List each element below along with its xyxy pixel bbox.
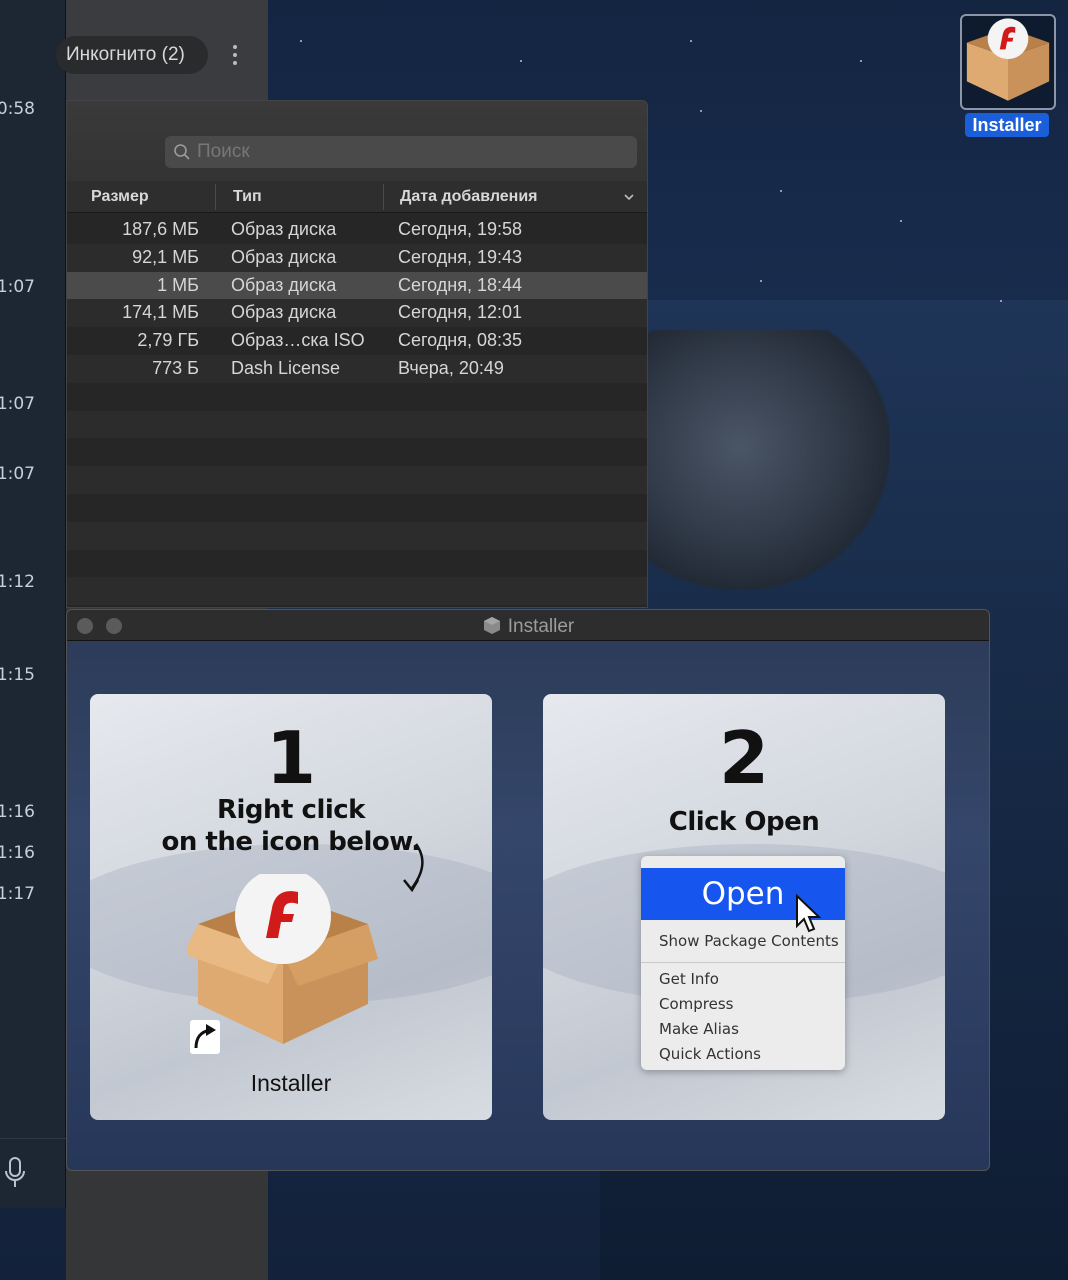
file-size: 2,79 ГБ [137,330,199,351]
column-type[interactable]: Тип [233,188,262,206]
menu-divider [641,962,845,963]
empty-row [67,438,647,466]
microphone-icon [5,1157,25,1187]
search-icon [174,144,190,160]
mic-button[interactable] [0,1138,66,1208]
column-divider[interactable] [215,184,216,210]
file-date: Сегодня, 08:35 [398,330,523,351]
icon-label: Installer [250,1070,332,1096]
menu-item: Quick Actions [659,1045,761,1063]
file-size: 1 МБ [157,274,199,295]
desktop-installer-icon[interactable] [960,14,1056,110]
column-divider[interactable] [383,184,384,210]
file-type: Образ диска [231,274,337,295]
search-field[interactable] [165,136,637,168]
desktop-cliff [640,330,890,590]
chat-time: 1:07 [0,277,35,297]
empty-row [67,521,647,550]
file-size: 187,6 МБ [122,219,199,239]
file-type: Образ диска [231,219,337,239]
file-date: Сегодня, 12:01 [398,302,523,323]
empty-row [67,550,647,578]
table-row[interactable]: 92,1 МБ Образ диска Сегодня, 19:43 [67,243,647,272]
installer-window: Installer 1 Right click on the icon belo… [66,609,990,1171]
menu-item: Compress [659,995,734,1013]
menu-item-show-package: Show Package Contents [659,932,839,950]
menu-item: Make Alias [659,1020,739,1038]
file-date: Сегодня, 19:58 [398,219,523,239]
chat-time: 1:07 [0,394,35,414]
column-date[interactable]: Дата добавления [400,188,538,206]
step-number: 1 [265,716,317,800]
file-type: Образ…ска ISO [231,330,365,351]
curly-arrow-icon [403,843,424,893]
column-header: Размер Тип Дата добавления [67,181,647,213]
chat-panel: 0:58 1:07 1:07 1:07 21:12 21:15 21:16 21… [0,0,66,1208]
installer-titlebar[interactable]: Installer [67,610,989,641]
more-menu-icon[interactable] [228,42,242,68]
file-size: 773 Б [152,357,199,378]
search-input[interactable] [197,136,627,168]
menu-item: Get Info [659,970,719,988]
file-type: Dash License [231,357,341,378]
file-size: 92,1 МБ [132,246,199,267]
file-type: Образ диска [231,302,337,323]
finder-window: Размер Тип Дата добавления 187,6 МБ Обра… [66,100,648,608]
table-row[interactable]: 773 Б Dash License Вчера, 20:49 [67,354,647,383]
file-list: 187,6 МБ Образ диска Сегодня, 19:58 92,1… [67,216,647,606]
file-size: 174,1 МБ [122,302,199,323]
alias-arrow-icon [190,1020,220,1054]
package-icon [483,617,500,634]
desktop-icon-label[interactable]: Installer [965,113,1049,137]
chat-time: 21:15 [0,665,35,685]
context-menu-illustration: Open Show Package Contents Get Info Comp… [641,856,845,1070]
table-row-selected[interactable]: 1 МБ Образ диска Сегодня, 18:44 [67,271,647,300]
step-instruction: on the icon below. [161,827,421,857]
step-instruction: Right click [217,795,365,825]
incognito-button[interactable]: Инкогнито (2) [56,36,208,74]
chat-time: 21:17 [0,884,35,904]
chat-time: 0:58 [0,99,35,119]
window-title-text: Installer [507,616,575,637]
step1-card: 1 Right click on the icon below. Install… [90,694,492,1120]
empty-row [67,410,647,439]
column-size[interactable]: Размер [91,188,149,206]
chat-time: 21:16 [0,843,35,863]
empty-row [67,466,647,494]
empty-row [67,494,647,522]
chat-time: 21:16 [0,802,35,822]
chat-time: 1:07 [0,464,35,484]
empty-row [67,577,647,606]
finder-toolbar [67,101,647,181]
file-date: Вчера, 20:49 [398,357,504,378]
package-icon [966,18,1050,101]
window-title: Installer [67,615,989,638]
step2-card: 2 Click Open Open Show Package Contents … [543,694,945,1120]
step-instruction: Click Open [668,807,820,837]
browser-toolbar: Инкогнито (2) [56,0,268,100]
cursor-icon [796,894,821,933]
table-row[interactable]: 187,6 МБ Образ диска Сегодня, 19:58 [67,216,647,244]
table-row[interactable]: 2,79 ГБ Образ…ска ISO Сегодня, 08:35 [67,327,647,355]
file-date: Сегодня, 18:44 [398,274,523,295]
chat-time: 21:12 [0,572,35,592]
empty-row [67,383,647,411]
file-date: Сегодня, 19:43 [398,246,523,267]
chevron-down-icon[interactable] [623,191,635,203]
step-number: 2 [718,716,770,800]
table-row[interactable]: 174,1 МБ Образ диска Сегодня, 12:01 [67,299,647,328]
file-type: Образ диска [231,246,337,267]
